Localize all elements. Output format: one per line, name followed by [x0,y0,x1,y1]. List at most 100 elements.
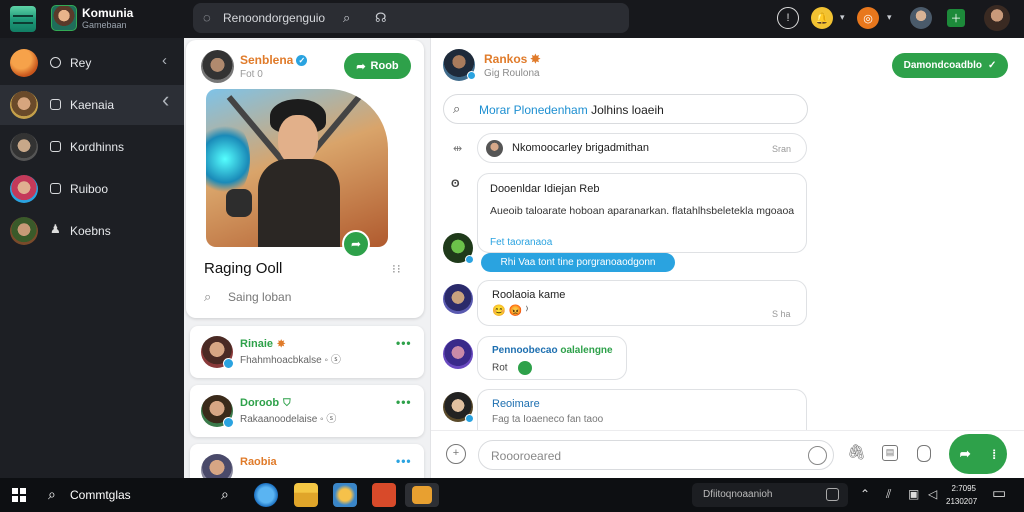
headset-icon[interactable]: ☊ [375,11,387,25]
message-sub: Fag ta Ioaeneco fan taoo [492,414,604,425]
play-icon[interactable]: ➦ [342,230,370,258]
windows-start-icon[interactable] [12,488,26,502]
person-icon: ♟ [50,222,61,236]
message-link[interactable]: Fet taoranaoa [490,237,552,249]
chat-message[interactable]: Reoimare Fag ta Ioaeneco fan taoo [477,389,807,430]
sidebar-item-kaenaia[interactable]: Kaenaia ‹ [0,85,184,125]
link-icon: ⇹ [453,143,463,155]
send-button[interactable]: ➦ ⁞ [949,434,1007,474]
profile-action-button[interactable]: ➦ Roob [344,53,411,79]
chat-icon [826,488,839,501]
arrow-up-icon[interactable]: ⌃ [860,487,870,501]
app-subtitle: Gamebaan [82,20,127,30]
more-options-icon[interactable]: ⁝⁝ [392,262,402,276]
avatar [443,339,473,369]
taskbar-search-input[interactable]: Commtglas [70,488,131,502]
online-status-icon [465,255,474,264]
avatar [443,284,473,314]
left-sidebar: Rey ‹ Kaenaia ‹ Kordhinns Ruiboo ♟ Koebn… [0,38,184,478]
chat-action-button[interactable]: Damondcoadblo ✓ [892,53,1008,78]
global-search-input[interactable]: ◌ Renoondorgenguio ⌕ ☊ [193,3,629,33]
online-status-icon [465,414,474,423]
user-avatar[interactable] [910,7,932,29]
game-hero-image[interactable] [206,89,388,247]
chat-message[interactable]: Pennoobecao oalalengne Rot [477,336,627,380]
avatar [10,217,38,245]
message-time: S ha [772,309,791,319]
notification-text: Dfiitoqnoaanioh [703,489,773,500]
sidebar-item-ruiboo[interactable]: Ruiboo [0,169,184,209]
edge-browser-icon[interactable] [254,483,278,507]
friend-status: Fhahmhoacbkalse ◦ ⓢ [240,355,341,366]
chat-message[interactable]: Nkomoocarley brigadmithan Sran [477,133,807,163]
os-taskbar: ⌕ Commtglas ⌕ Dfiitoqnoaanioh ⌃ ⫽ ▣ ◁ 2:… [0,478,1024,512]
store-icon[interactable] [372,483,396,507]
plus-square-icon[interactable]: ＋ [947,9,965,27]
image-icon[interactable]: ▣ [908,487,919,501]
notifications-icon[interactable]: ▭ [992,486,1006,501]
share-icon: ➦ [356,60,366,73]
chevron-down-icon[interactable]: ▾ [840,12,845,23]
sidebar-item-rey[interactable]: Rey ‹ [0,43,184,83]
paperclip-icon[interactable]: 🖇 [847,445,866,461]
message-input[interactable]: Roooroeared [478,440,834,470]
add-attachment-icon[interactable]: + [446,444,466,464]
friend-name: Rinaie ✸ [240,338,286,350]
avatar[interactable] [201,50,234,83]
message-icon [50,183,61,194]
chat-message[interactable]: Roolaoia kame 😊 😡 ⁾ S ha [477,280,807,326]
top-bar: Komunia Gamebaan ◌ Renoondorgenguio ⌕ ☊ … [0,0,1024,38]
coin-icon[interactable]: ◎ [857,7,879,29]
search-icon: ⌕ [204,289,212,304]
chat-panel: Rankos ✸ Gig Roulona Damondcoadblo ✓ ⌕ Mor… [430,38,1024,478]
message-time: Sran [772,144,792,154]
file-explorer-icon[interactable] [294,483,318,507]
app-icon[interactable] [333,483,357,507]
chevron-left-icon[interactable]: ‹ [162,53,167,69]
search-circle-icon: ◌ [203,10,211,25]
system-clock[interactable]: 2:7095 2130207 [946,482,977,508]
app-avatar[interactable] [51,5,77,31]
search-icon[interactable]: ⌕ [343,11,350,25]
chat-message[interactable]: Dooenldar Idiejan Reb Aueoib taloarate h… [477,173,807,253]
search-icon[interactable]: ⌕ [48,486,56,503]
taskbar-notification[interactable]: Dfiitoqnoaanioh [692,483,848,507]
more-options-icon[interactable]: ••• [396,454,412,468]
game-title: Raging Ooll [204,260,283,277]
emoji-icon: ʘ [451,178,460,190]
notification-bell-icon[interactable]: 🔔 [811,7,833,29]
gif-icon[interactable]: ▤ [882,445,898,461]
profile-search-input[interactable]: Saing loban [228,290,291,304]
info-icon[interactable]: ! [777,7,799,29]
volume-icon[interactable]: ◁ [928,487,937,501]
app-logo-icon[interactable] [10,6,36,32]
message-title: Roolaoia kame [492,289,566,301]
active-app-icon[interactable] [405,483,439,507]
message-body: Aueoib taloarate hoboan aparanarkan. fla… [490,205,795,217]
friend-card[interactable]: Raobia ••• [190,444,424,486]
avatar [10,175,38,203]
status-badge[interactable]: Rhi Vaa tont tine porgranoaodgonn [481,253,675,272]
verified-icon [223,358,234,369]
sidebar-item-label: Koebns [70,224,111,238]
profile-card: Senblena ✓ Fot 0 ➦ Roob ➦ Raging Ooll ⁝⁝ ⌕… [186,40,424,318]
more-options-icon[interactable]: ••• [396,395,412,409]
chevron-down-icon[interactable]: ▾ [887,12,892,23]
emoji-icon[interactable] [808,446,827,465]
chevron-left-icon[interactable]: ‹ [162,89,169,111]
friend-status: Rakaanoodelaise ◦ ⓢ [240,414,337,425]
chat-search-input[interactable]: ⌕ Morar Plonedenham Jolhins loaeih [443,94,808,124]
friend-card[interactable]: Doroob ⛉ Rakaanoodelaise ◦ ⓢ ••• [190,385,424,437]
sidebar-item-kordhinns[interactable]: Kordhinns [0,127,184,167]
more-options-icon[interactable]: ••• [396,336,412,350]
sidebar-item-koebns[interactable]: ♟ Koebns [0,211,184,251]
reaction-emojis[interactable]: 😊 😡 ⁾ [492,305,528,318]
sidebar-item-label: Rey [70,56,92,70]
search-icon[interactable]: ⌕ [217,483,241,507]
microphone-icon[interactable] [917,445,931,462]
verified-icon: ✓ [296,55,308,67]
send-options-icon: ⁞ [991,446,997,462]
network-icon[interactable]: ⫽ [886,487,891,501]
friend-card[interactable]: Rinaie ✸ Fhahmhoacbkalse ◦ ⓢ ••• [190,326,424,378]
profile-avatar[interactable] [984,5,1010,31]
